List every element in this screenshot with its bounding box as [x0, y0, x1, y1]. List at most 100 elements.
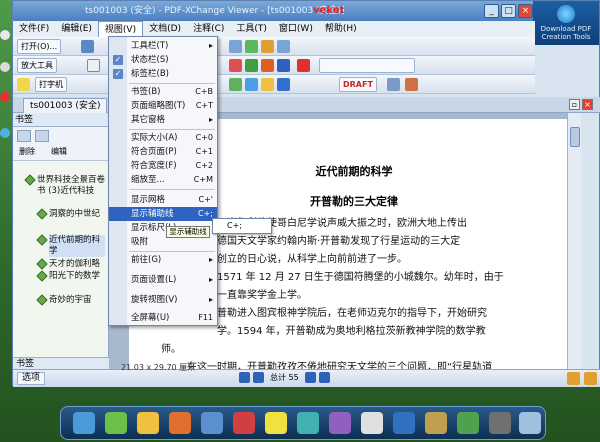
- menu-edit[interactable]: 编辑(E): [55, 21, 98, 37]
- menu-item-rotate-view[interactable]: 旋转视图(V) ▸: [109, 293, 217, 307]
- menu-item-label: 工具栏(T): [131, 41, 169, 51]
- stamp-icon[interactable]: [229, 59, 242, 72]
- toolbar-field[interactable]: [319, 58, 415, 73]
- bookmark-item[interactable]: 阳光下的数学: [36, 270, 105, 282]
- prev-page-icon[interactable]: [253, 372, 264, 383]
- bookmark-item[interactable]: 奇妙的宇宙: [36, 294, 105, 306]
- layout-icon[interactable]: [584, 372, 597, 385]
- menu-item-label: 页面缩略图(T): [131, 101, 186, 111]
- bookmark-item[interactable]: 洞察的中世纪: [36, 208, 105, 220]
- menu-item-fit-width[interactable]: 符合宽度(F) C+2: [109, 159, 217, 173]
- text-line: 德国天文学家约翰内斯·开普勒发现了行星运动的三大定: [217, 236, 461, 247]
- vertical-scrollbar[interactable]: [567, 113, 581, 369]
- bookmark-add-icon[interactable]: [17, 130, 31, 142]
- guides-submenu[interactable]: C+;: [212, 218, 272, 234]
- menu-item-actual-size[interactable]: 实际大小(A) C+0: [109, 131, 217, 145]
- dock-app-icon[interactable]: [393, 412, 415, 434]
- menu-item-other-panes[interactable]: 其它窗格 ▸: [109, 113, 217, 127]
- line-icon[interactable]: [277, 78, 290, 91]
- bookmark-delete-button[interactable]: 删除: [19, 146, 35, 157]
- note-icon[interactable]: [17, 78, 30, 91]
- open-button[interactable]: 打开(O)...: [17, 39, 62, 54]
- nav-icon[interactable]: [229, 40, 242, 53]
- menu-item-goto[interactable]: 前往(G) ▸: [109, 253, 217, 267]
- refresh-icon[interactable]: [245, 40, 258, 53]
- menu-help[interactable]: 帮助(H): [319, 21, 363, 37]
- menu-item-shortcut: C+B: [195, 87, 213, 96]
- menu-view[interactable]: 视图(V): [97, 21, 144, 37]
- fill-icon[interactable]: [261, 59, 274, 72]
- menu-item-statusbar[interactable]: ✓ 状态栏(S): [109, 53, 217, 67]
- menu-file[interactable]: 文件(F): [13, 21, 55, 37]
- dock-app-icon[interactable]: [425, 412, 447, 434]
- bookmark-item[interactable]: 天才的伽利略: [36, 258, 105, 270]
- menu-item-fullscreen[interactable]: 全屏幕(U) F11: [109, 311, 217, 325]
- print-icon[interactable]: [277, 40, 290, 53]
- minimize-button[interactable]: _: [484, 4, 499, 18]
- status-bar: 21.03 x 29.70 厘米 选项 总计 55: [13, 363, 600, 387]
- save-icon[interactable]: [81, 40, 94, 53]
- zoom-tool-button[interactable]: 放大工具: [17, 58, 57, 73]
- shape-icon[interactable]: [245, 78, 258, 91]
- dock-app-icon[interactable]: [201, 412, 223, 434]
- dock-app-icon[interactable]: [105, 412, 127, 434]
- dock-app-icon[interactable]: [489, 412, 511, 434]
- download-tools-badge[interactable]: Download PDF Creation Tools: [533, 1, 599, 45]
- bookmark-icon: [36, 208, 48, 220]
- scrollbar-thumb[interactable]: [570, 127, 580, 147]
- dock-app-icon[interactable]: [457, 412, 479, 434]
- zoom-icon[interactable]: [567, 372, 580, 385]
- bookmark-item-selected[interactable]: 近代前期的科学: [36, 234, 105, 257]
- menu-item-zoom-to[interactable]: 缩放至... C+M: [109, 173, 217, 187]
- toolbar-row-2: 放大工具: [13, 56, 535, 75]
- tab-document[interactable]: ts001003 (安全): [23, 98, 108, 113]
- tab-restore-button[interactable]: ▫: [569, 99, 580, 110]
- menu-item-fit-page[interactable]: 符合页面(P) C+1: [109, 145, 217, 159]
- link-icon[interactable]: [297, 59, 310, 72]
- maximize-button[interactable]: □: [501, 4, 516, 18]
- options-button[interactable]: 选项: [17, 372, 46, 385]
- dock-app-icon[interactable]: [519, 412, 541, 434]
- menu-item-label: 旋转视图(V): [131, 295, 178, 305]
- close-button[interactable]: ×: [518, 4, 533, 18]
- dock-app-icon[interactable]: [169, 412, 191, 434]
- menu-item-thumbnails[interactable]: 页面缩略图(T) C+T: [109, 99, 217, 113]
- menu-tools[interactable]: 工具(T): [230, 21, 273, 37]
- add-icon[interactable]: [245, 59, 258, 72]
- menu-item-page-layout[interactable]: 页面设置(L) ▸: [109, 273, 217, 287]
- menu-item-shortcut: C+0: [195, 133, 213, 142]
- menu-item-show-grid[interactable]: 显示网格 C+': [109, 193, 217, 207]
- bookmark-edit-button[interactable]: 编辑: [51, 146, 67, 157]
- first-page-icon[interactable]: [239, 372, 250, 383]
- panel-footer-tab[interactable]: 书签: [13, 357, 109, 369]
- highlight-icon[interactable]: [261, 78, 274, 91]
- page-icon[interactable]: [261, 40, 274, 53]
- dock-app-icon[interactable]: [361, 412, 383, 434]
- stamp-dropdown-icon[interactable]: [387, 78, 400, 91]
- bookmark-root[interactable]: 世界科技全景百卷书 (3)近代科技: [24, 174, 105, 197]
- zoom-dropdown-icon[interactable]: [87, 59, 100, 72]
- bookmark-expand-icon[interactable]: [35, 130, 49, 142]
- last-page-icon[interactable]: [318, 372, 330, 383]
- dock-app-icon[interactable]: [137, 412, 159, 434]
- menu-item-show-guides[interactable]: 显示辅助线 C+;: [109, 207, 217, 221]
- next-page-icon[interactable]: [304, 372, 316, 383]
- dock-app-icon[interactable]: [329, 412, 351, 434]
- arrow-icon[interactable]: [229, 78, 242, 91]
- dock-app-icon[interactable]: [73, 412, 95, 434]
- menu-item-bookmarks[interactable]: 书签(B) C+B: [109, 85, 217, 99]
- dock-app-icon[interactable]: [265, 412, 287, 434]
- measure-icon[interactable]: [405, 78, 418, 91]
- menu-document[interactable]: 文档(D): [143, 21, 187, 37]
- select-icon[interactable]: [277, 59, 290, 72]
- menu-window[interactable]: 窗口(W): [273, 21, 319, 37]
- typewriter-button[interactable]: 打字机: [35, 77, 67, 92]
- menu-comment[interactable]: 注释(C): [187, 21, 230, 37]
- draft-stamp-button[interactable]: DRAFT: [339, 77, 377, 92]
- dock-app-icon[interactable]: [233, 412, 255, 434]
- menu-item-tabbar[interactable]: ✓ 标签栏(B): [109, 67, 217, 81]
- page-size-label: 21.03 x 29.70 厘米: [121, 363, 196, 372]
- dock-app-icon[interactable]: [297, 412, 319, 434]
- menu-item-toolbar[interactable]: 工具栏(T) ▸: [109, 39, 217, 53]
- tab-close-button[interactable]: ×: [582, 99, 593, 110]
